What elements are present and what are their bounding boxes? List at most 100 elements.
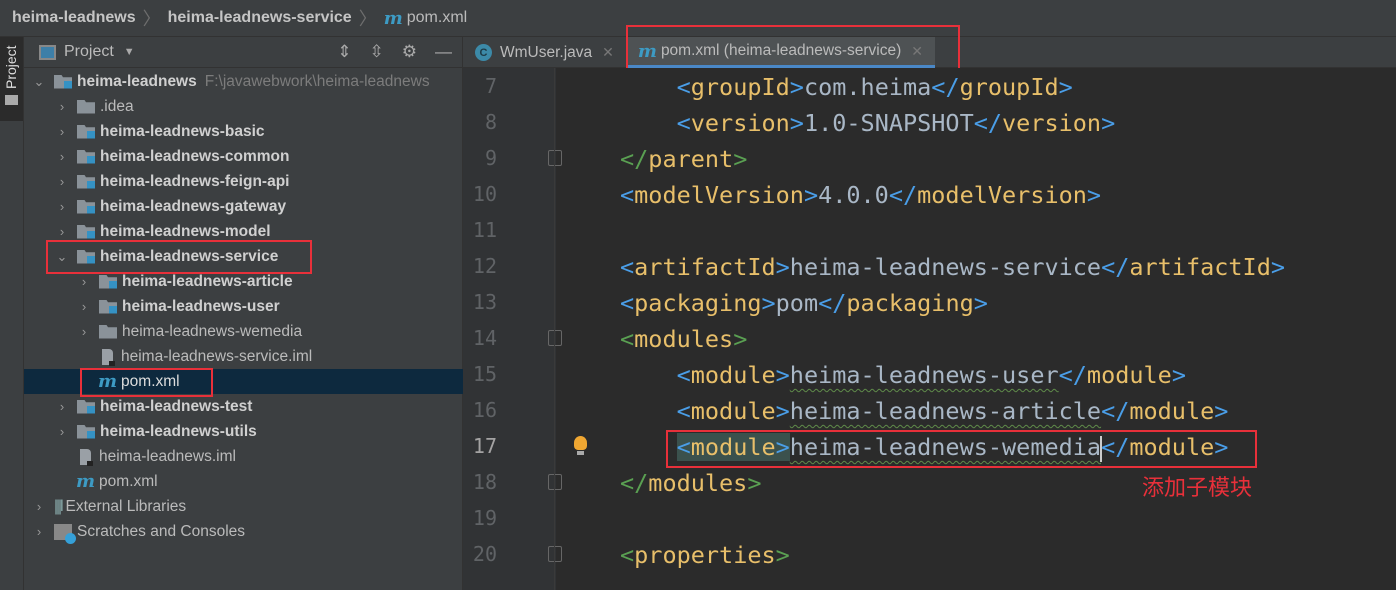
code-line[interactable]: <version>1.0-SNAPSHOT</version>	[620, 105, 1116, 141]
tree-item[interactable]: › .idea	[24, 94, 463, 119]
folder-icon	[99, 324, 117, 339]
tree-item[interactable]: › heima-leadnews-common	[24, 144, 463, 169]
tree-item-label: heima-leadnews-test	[100, 397, 253, 415]
fold-marker-icon[interactable]	[548, 330, 562, 346]
chevron-right-icon[interactable]: ›	[55, 174, 69, 189]
tab-label: WmUser.java	[500, 43, 593, 61]
code-token: >	[789, 73, 804, 101]
tree-item[interactable]: › heima-leadnews-feign-api	[24, 169, 463, 194]
module-folder-icon	[77, 399, 95, 414]
code-token: <	[676, 109, 691, 137]
code-line[interactable]: </parent>	[620, 141, 747, 177]
breadcrumb-item[interactable]: heima-leadnews	[12, 9, 136, 27]
tag-value: com.heima	[803, 73, 932, 101]
project-stripe-button[interactable]: Project	[0, 37, 23, 121]
minimize-icon[interactable]: —	[435, 42, 452, 62]
tag-name: groupId	[690, 73, 790, 101]
tag-name: module	[690, 361, 776, 389]
project-view-selector[interactable]: Project	[64, 43, 114, 61]
scratches-icon	[54, 523, 76, 544]
tag-name: artifactId	[1129, 253, 1271, 281]
tree-item[interactable]: › Scratches and Consoles	[24, 519, 463, 544]
chevron-down-icon[interactable]: ▼	[124, 46, 135, 58]
code-line[interactable]: </modules>	[620, 465, 762, 501]
code-line[interactable]: <packaging>pom</packaging>	[620, 285, 988, 321]
tag-name: properties	[634, 541, 776, 569]
tree-item[interactable]: › heima-leadnews-user	[24, 294, 463, 319]
chevron-right-icon[interactable]: ›	[77, 299, 91, 314]
chevron-right-icon[interactable]: ›	[55, 124, 69, 139]
code-token: >	[803, 181, 819, 209]
line-number: 8	[484, 110, 497, 134]
code-line[interactable]: <modules>	[620, 321, 747, 357]
code-token: >	[1214, 397, 1229, 425]
breadcrumb-item[interactable]: heima-leadnews-service	[168, 9, 352, 27]
collapse-all-icon[interactable]: ⇳	[370, 42, 384, 62]
line-number: 16	[472, 398, 497, 422]
tree-item[interactable]: heima-leadnews-service.iml	[24, 344, 463, 369]
fold-marker-icon[interactable]	[548, 150, 562, 166]
chevron-right-icon[interactable]: ›	[55, 224, 69, 239]
line-number: 20	[472, 542, 497, 566]
chevron-down-icon[interactable]: ⌄	[32, 74, 46, 90]
fold-marker-icon[interactable]	[548, 474, 562, 490]
code-token: </	[888, 181, 918, 209]
chevron-right-icon[interactable]: ›	[32, 499, 46, 514]
code-line[interactable]: <module>heima-leadnews-user</module>	[620, 357, 1186, 393]
tree-item[interactable]: m pom.xml	[24, 469, 463, 494]
chevron-right-icon[interactable]: ›	[55, 99, 69, 114]
line-number: 11	[472, 218, 497, 242]
breadcrumb-item[interactable]: pom.xml	[407, 9, 467, 27]
tree-item[interactable]: › heima-leadnews-basic	[24, 119, 463, 144]
tree-item[interactable]: › heima-leadnews-test	[24, 394, 463, 419]
code-token: </	[1058, 361, 1087, 389]
chevron-right-icon[interactable]: ›	[55, 149, 69, 164]
project-panel-header: Project ▼ ⇕ ⇳ ⚙ —	[24, 37, 462, 68]
code-line[interactable]: <module>heima-leadnews-article</module>	[620, 393, 1229, 429]
tab-wmuser-java[interactable]: C WmUser.java ✕	[463, 37, 626, 68]
expand-all-icon[interactable]: ⇕	[337, 42, 351, 62]
fold-marker-icon[interactable]	[548, 546, 562, 562]
tree-item-label: heima-leadnews-gateway	[100, 197, 287, 215]
module-folder-icon	[54, 74, 72, 89]
tree-item-label: heima-leadnews.iml	[99, 447, 236, 465]
line-number: 17	[472, 434, 497, 458]
code-line[interactable]: <modelVersion>4.0.0</modelVersion>	[620, 177, 1101, 213]
code-line[interactable]: <artifactId>heima-leadnews-service</arti…	[620, 249, 1285, 285]
chevron-right-icon[interactable]: ›	[32, 524, 46, 539]
tree-item[interactable]: heima-leadnews.iml	[24, 444, 463, 469]
iml-file-icon	[80, 448, 93, 466]
tree-item-root[interactable]: ⌄ heima-leadnews F:\javawebwork\heima-lea…	[24, 69, 463, 94]
tag-name: modules	[648, 469, 748, 497]
module-folder-icon	[77, 224, 95, 239]
tree-item[interactable]: › heima-leadnews-wemedia	[24, 319, 463, 344]
code-line[interactable]: <groupId>com.heima</groupId>	[620, 69, 1073, 105]
chevron-right-icon[interactable]: ›	[77, 274, 91, 289]
module-folder-icon	[77, 199, 95, 214]
code-line[interactable]: <properties>	[620, 537, 790, 573]
tree-item[interactable]: › |||l External Libraries	[24, 494, 463, 519]
gutter-divider	[554, 68, 555, 590]
chevron-right-icon[interactable]: ›	[55, 424, 69, 439]
code-token: </	[1101, 253, 1130, 281]
chevron-right-icon[interactable]: ›	[77, 324, 91, 339]
lightbulb-icon[interactable]	[574, 436, 587, 455]
tree-item[interactable]: › heima-leadnews-gateway	[24, 194, 463, 219]
highlight-box	[666, 430, 1257, 468]
line-number: 10	[472, 182, 497, 206]
chevron-right-icon[interactable]: ›	[55, 199, 69, 214]
library-icon: |||l	[54, 497, 63, 515]
gear-icon[interactable]: ⚙	[402, 42, 417, 62]
code-token: >	[761, 289, 776, 317]
highlight-box	[80, 368, 213, 397]
code-token: </	[1101, 397, 1130, 425]
project-view-icon	[39, 44, 56, 60]
line-number: 19	[472, 506, 497, 530]
chevron-right-icon[interactable]: ›	[55, 399, 69, 414]
code-token: <	[676, 361, 691, 389]
tree-item[interactable]: › heima-leadnews-utils	[24, 419, 463, 444]
code-editor[interactable]: 7 8 9 10 11 12 13 14 15 16 17 18 19 20 <groupId>com.h…	[463, 68, 1396, 590]
tag-name: version	[690, 109, 790, 137]
close-icon[interactable]: ✕	[602, 44, 614, 61]
line-number: 13	[472, 290, 497, 314]
